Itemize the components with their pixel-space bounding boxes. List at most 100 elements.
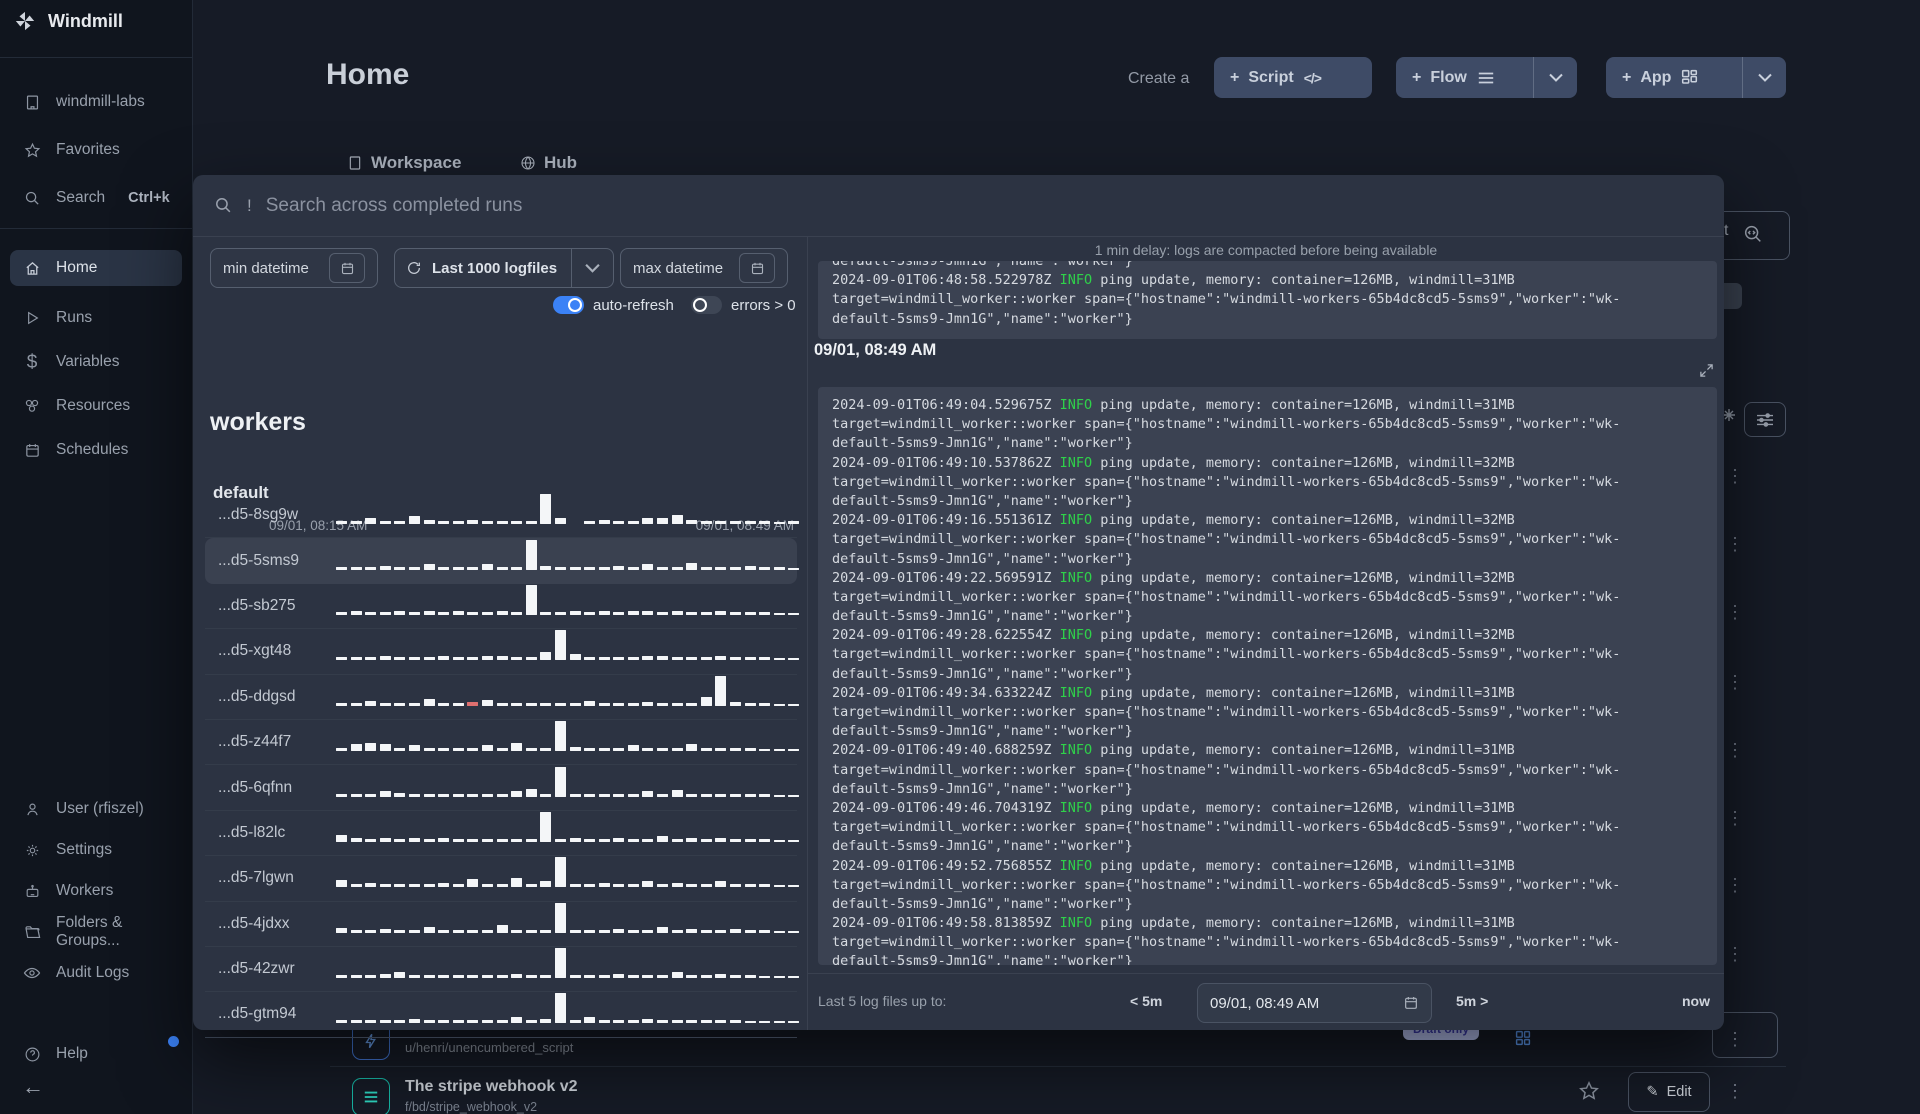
sidebar-item-workers[interactable]: Workers [10, 873, 182, 909]
kebab-menu-icon[interactable]: ⋮ [1726, 1030, 1744, 1048]
sparkline-bar [438, 748, 450, 752]
kebab-menu-icon[interactable]: ⋮ [1726, 809, 1744, 827]
sparkline-bar [671, 566, 683, 570]
expand-icon[interactable] [1699, 363, 1714, 378]
sparkline-bar [700, 838, 712, 842]
sparkline-bar [336, 521, 347, 525]
sidebar-item-favorites[interactable]: Favorites [10, 132, 182, 168]
worker-name: ...d5-gtm94 [218, 1005, 297, 1023]
code-search-icon [1742, 223, 1764, 245]
logfiles-dropdown-chevron[interactable] [571, 249, 613, 287]
create-app-dropdown[interactable] [1742, 57, 1786, 98]
create-flow-dropdown[interactable] [1533, 57, 1577, 98]
forward-5m-button[interactable]: 5m > [1456, 993, 1488, 1009]
worker-row[interactable]: ...d5-8sg9w [205, 493, 800, 539]
sidebar-item-help[interactable]: Help [10, 1036, 182, 1072]
worker-row[interactable]: ...d5-xgt48 [205, 629, 800, 675]
tab-hub[interactable]: Hub [520, 153, 577, 173]
footer-datetime-picker[interactable]: 09/01, 08:49 AM [1197, 983, 1432, 1023]
sidebar-item-folders-groups[interactable]: Folders & Groups... [10, 914, 182, 950]
sidebar-item-resources[interactable]: Resources [10, 388, 182, 424]
kebab-menu-icon[interactable]: ⋮ [1726, 1082, 1744, 1100]
sparkline-bar [423, 926, 435, 933]
calendar-icon[interactable] [329, 253, 365, 283]
sparkline-bar [467, 748, 479, 752]
sidebar-item-variables[interactable]: $ Variables [10, 344, 182, 380]
kebab-menu-icon[interactable]: ⋮ [1726, 535, 1744, 553]
create-app-button[interactable]: + App [1606, 57, 1786, 98]
runs-search-input[interactable]: ! Search across completed runs [193, 175, 1724, 237]
collapse-sidebar-icon[interactable]: ← [22, 1074, 44, 1100]
sidebar-item-home[interactable]: Home [10, 250, 182, 286]
sparkline-bar [540, 494, 552, 525]
worker-row[interactable]: ...d5-l82lc [205, 811, 800, 857]
worker-row[interactable]: ...d5-4jdxx [205, 902, 800, 947]
log-line: target=windmill_worker::worker span={"ho… [832, 291, 1621, 308]
sparkline-bar [686, 744, 698, 752]
sparkline-bar [642, 929, 654, 933]
sparkline-bar [525, 975, 537, 979]
sparkline-bar [350, 521, 362, 525]
min-datetime-field[interactable]: min datetime [210, 248, 378, 288]
calendar-icon[interactable] [739, 253, 775, 283]
flow-language-icon [352, 1078, 390, 1114]
sidebar-item-runs[interactable]: Runs [10, 300, 182, 336]
sparkline-bar [788, 976, 800, 979]
kebab-menu-icon[interactable]: ⋮ [1726, 876, 1744, 894]
sparkline-bar [379, 974, 391, 979]
sparkline-bar [511, 566, 523, 570]
search-fragment-text: t [1724, 222, 1729, 239]
max-datetime-field[interactable]: max datetime [620, 248, 788, 288]
sidebar-item-audit-logs[interactable]: Audit Logs [10, 955, 182, 991]
log-line: default-5sms9-Jmn1G","name":"worker"} [832, 608, 1133, 625]
sparkline-bar [613, 793, 625, 797]
item-title[interactable]: The stripe webhook v2 [405, 1078, 577, 1096]
create-flow-button[interactable]: + Flow [1396, 57, 1577, 98]
worker-row[interactable]: ...d5-5sms9 [205, 538, 800, 584]
worker-activity-sparkline [336, 902, 800, 940]
tab-workspace[interactable]: Workspace [347, 153, 461, 173]
favorite-star-icon[interactable] [1578, 1080, 1600, 1102]
sparkline-bar [715, 521, 727, 525]
errors-toggle[interactable] [691, 296, 722, 314]
sparkline-bar [657, 1020, 669, 1024]
worker-row[interactable]: ...d5-sb275 [205, 584, 800, 630]
sparkline-bar [730, 928, 742, 933]
sparkline-bar [788, 612, 800, 615]
sidebar-item-workspace[interactable]: windmill-labs [10, 84, 182, 120]
sparkline-bar [336, 793, 347, 797]
kebab-menu-icon[interactable]: ⋮ [1726, 603, 1744, 621]
search-icon [214, 196, 233, 215]
sparkline-bar [365, 975, 377, 979]
sparkline-bar [788, 1021, 800, 1024]
kebab-menu-icon[interactable]: ⋮ [1726, 673, 1744, 691]
worker-row[interactable]: ...d5-6qfnn [205, 765, 800, 811]
back-5m-button[interactable]: < 5m [1130, 993, 1162, 1009]
filter-settings-button[interactable] [1744, 402, 1786, 437]
sparkline-bar [686, 837, 698, 842]
sidebar-item-settings[interactable]: Settings [10, 832, 182, 868]
create-script-button[interactable]: + Script </> [1214, 57, 1372, 98]
now-button[interactable]: now [1682, 993, 1710, 1009]
kebab-menu-icon[interactable]: ⋮ [1726, 467, 1744, 485]
sparkline-bar [408, 1019, 420, 1024]
sidebar-item-schedules[interactable]: Schedules [10, 432, 182, 468]
worker-row[interactable]: ...d5-z44f7 [205, 720, 800, 766]
worker-row[interactable]: ...d5-42zwr [205, 947, 800, 993]
worker-row[interactable]: ...d5-gtm94 [205, 992, 800, 1038]
kebab-menu-icon[interactable]: ⋮ [1726, 945, 1744, 963]
kebab-menu-icon[interactable]: ⋮ [1726, 741, 1744, 759]
sparkline-bar [657, 926, 669, 933]
sidebar-item-search[interactable]: Search Ctrl+k [10, 180, 182, 216]
sparkline-bar [525, 702, 537, 706]
sparkline-bar [642, 748, 654, 752]
worker-row[interactable]: ...d5-7lgwn [205, 856, 800, 902]
worker-row[interactable]: ...d5-ddgsd [205, 675, 800, 720]
logfiles-dropdown[interactable]: Last 1000 logfiles [394, 248, 614, 288]
sidebar-item-user[interactable]: User (rfiszel) [10, 791, 182, 827]
auto-refresh-toggle[interactable] [553, 296, 584, 314]
sidebar-item-label: Workers [56, 882, 114, 899]
edit-button[interactable]: ✎ Edit [1628, 1072, 1710, 1112]
sparkline-bar [452, 566, 464, 570]
sparkline-bar [686, 611, 698, 615]
